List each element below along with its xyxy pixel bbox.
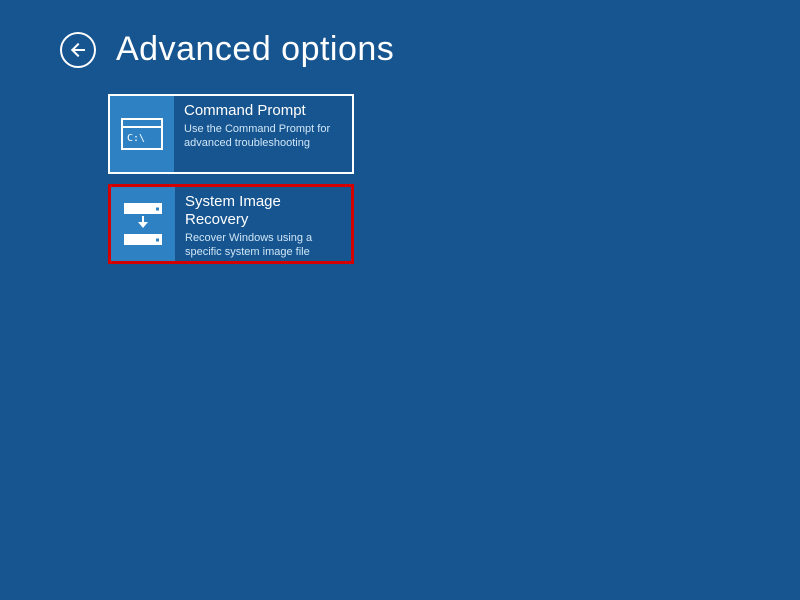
header: Advanced options: [0, 0, 800, 69]
tile-description: Use the Command Prompt for advanced trou…: [184, 122, 342, 151]
tile-content: Command Prompt Use the Command Prompt fo…: [174, 96, 352, 172]
tile-title: System Image Recovery: [185, 193, 341, 229]
command-prompt-icon: [110, 96, 174, 172]
tile-description: Recover Windows using a specific system …: [185, 231, 341, 260]
system-image-recovery-icon: [111, 187, 175, 261]
tile-content: System Image Recovery Recover Windows us…: [175, 187, 351, 261]
tile-command-prompt[interactable]: Command Prompt Use the Command Prompt fo…: [108, 94, 354, 174]
back-arrow-icon: [71, 43, 85, 57]
back-button[interactable]: [60, 32, 96, 68]
tile-system-image-recovery[interactable]: System Image Recovery Recover Windows us…: [108, 184, 354, 264]
tile-title: Command Prompt: [184, 102, 342, 120]
page-title: Advanced options: [116, 30, 394, 69]
tiles-container: Command Prompt Use the Command Prompt fo…: [0, 69, 800, 264]
